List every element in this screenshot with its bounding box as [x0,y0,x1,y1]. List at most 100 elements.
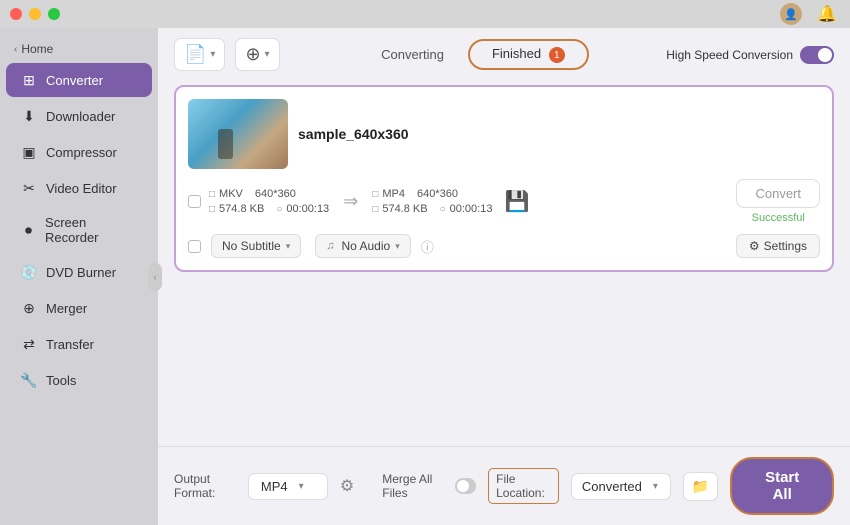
target-format: MP4 [382,188,405,200]
collapse-handle[interactable]: ‹ [148,263,162,291]
tab-finished-label: Finished [492,46,541,61]
clock-icon: ○ [276,204,282,215]
subtitle-checkbox[interactable] [188,240,201,253]
main-content: 📄 ▾ ⊕ ▾ Converting Finished 1 High Speed… [158,28,850,525]
home-label: Home [21,42,53,56]
add-file-button[interactable]: 📄 ▾ [174,38,225,71]
bottom-bar: Output Format: MP4 ▾ ⚙ Merge All Files F… [158,446,850,525]
target-format-row: □ MP4 640*360 [372,188,492,200]
high-speed-toggle[interactable] [800,46,834,64]
file-card: sample_640x360 □ MKV 640*360 □ 574.8 KB [174,85,834,272]
start-all-button[interactable]: Start All [730,457,834,515]
source-size-row: □ 574.8 KB ○ 00:00:13 [209,203,329,215]
subtitle-select[interactable]: No Subtitle ▾ [211,234,301,258]
merge-toggle[interactable] [455,478,476,494]
compressor-icon: ▣ [20,143,38,161]
tab-finished[interactable]: Finished 1 [468,39,589,71]
sidebar-item-transfer[interactable]: ⇄ Transfer [6,327,152,361]
output-format-value: MP4 [261,479,288,494]
sidebar-item-downloader[interactable]: ⬇ Downloader [6,99,152,133]
target-file-icon: □ [372,189,378,200]
open-folder-button[interactable]: 📁 [683,472,718,501]
merger-icon: ⊕ [20,299,38,317]
sidebar-item-label: DVD Burner [46,265,116,280]
sidebar-item-merger[interactable]: ⊕ Merger [6,291,152,325]
sidebar-item-screen-recorder[interactable]: ⏺ Screen Recorder [6,207,152,253]
file-options: No Subtitle ▾ ♫ No Audio ▾ ⓘ ⚙ Settings [188,234,820,258]
sidebar-item-label: Downloader [46,109,115,124]
source-resolution: 640*360 [255,188,296,200]
add-url-icon: ⊕ [245,44,260,65]
subtitle-label: No Subtitle [222,239,281,253]
source-duration: 00:00:13 [286,203,329,215]
merge-all-label: Merge All Files [382,472,442,500]
high-speed-conversion: High Speed Conversion [666,46,834,64]
target-size: 574.8 KB [382,203,427,215]
source-size: 574.8 KB [219,203,264,215]
minimize-button[interactable] [29,8,41,20]
source-format: MKV [219,188,243,200]
file-card-header: sample_640x360 [188,99,820,169]
target-resolution: 640*360 [417,188,458,200]
add-url-arrow-icon: ▾ [265,49,270,60]
user-avatar[interactable]: 👤 [780,3,802,25]
screen-recorder-icon: ⏺ [20,221,37,239]
output-format-arrow-icon: ▾ [299,481,304,492]
info-icon[interactable]: ⓘ [421,237,434,256]
add-url-button[interactable]: ⊕ ▾ [235,38,279,71]
home-link[interactable]: ‹ Home [0,36,158,62]
dvd-burner-icon: 💿 [20,263,38,281]
sidebar: ‹ Home ⊞ Converter ⬇ Downloader ▣ Compre… [0,28,158,525]
target-duration: 00:00:13 [450,203,493,215]
sidebar-item-label: Video Editor [46,181,117,196]
audio-select[interactable]: ♫ No Audio ▾ [315,234,410,258]
sidebar-item-label: Tools [46,373,76,388]
notification-icon[interactable]: 🔔 [816,3,838,25]
settings-icon-bottom[interactable]: ⚙ [340,476,354,496]
file-location-select[interactable]: Converted ▾ [571,473,671,500]
close-button[interactable] [10,8,22,20]
convert-arrow-icon: ⇒ [329,191,372,212]
file-location-value: Converted [582,479,642,494]
tabs: Converting Finished 1 [290,39,657,71]
tab-converting[interactable]: Converting [357,40,468,69]
target-clock-icon: ○ [440,204,446,215]
audio-icon: ♫ [326,240,334,252]
sidebar-item-converter[interactable]: ⊞ Converter [6,63,152,97]
audio-arrow-icon: ▾ [395,241,400,252]
sidebar-item-video-editor[interactable]: ✂ Video Editor [6,171,152,205]
content-area: sample_640x360 □ MKV 640*360 □ 574.8 KB [158,77,850,446]
add-file-arrow-icon: ▾ [210,49,215,60]
video-editor-icon: ✂ [20,179,38,197]
target-info: □ MP4 640*360 □ 574.8 KB ○ 00:00:13 [372,188,492,215]
file-icon: □ [209,189,215,200]
file-checkbox[interactable] [188,195,201,208]
convert-success: Successful [752,212,805,224]
source-format-row: □ MKV 640*360 [209,188,329,200]
folder-icon: 📁 [692,478,709,494]
convert-actions: Convert Successful [736,179,820,224]
settings-button[interactable]: ⚙ Settings [736,234,820,258]
save-settings-icon[interactable]: 💾 [504,189,529,214]
sidebar-item-label: Screen Recorder [45,215,138,245]
sidebar-item-dvd-burner[interactable]: 💿 DVD Burner [6,255,152,289]
transfer-icon: ⇄ [20,335,38,353]
sidebar-item-tools[interactable]: 🔧 Tools [6,363,152,397]
thumbnail-figure [218,129,233,159]
sidebar-item-compressor[interactable]: ▣ Compressor [6,135,152,169]
tools-icon: 🔧 [20,371,38,389]
sidebar-item-label: Merger [46,301,87,316]
convert-button[interactable]: Convert [736,179,820,208]
subtitle-arrow-icon: ▾ [286,241,291,252]
titlebar: 👤 🔔 [0,0,850,28]
maximize-button[interactable] [48,8,60,20]
target-size-row: □ 574.8 KB ○ 00:00:13 [372,203,492,215]
settings-gear-icon: ⚙ [749,239,760,253]
target-folder-icon: □ [372,204,378,215]
output-format-select[interactable]: MP4 ▾ [248,473,328,500]
file-details: □ MKV 640*360 □ 574.8 KB ○ 00:00:13 ⇒ [188,179,820,224]
sidebar-item-label: Compressor [46,145,117,160]
downloader-icon: ⬇ [20,107,38,125]
tab-converting-label: Converting [381,47,444,62]
high-speed-label: High Speed Conversion [666,48,793,62]
